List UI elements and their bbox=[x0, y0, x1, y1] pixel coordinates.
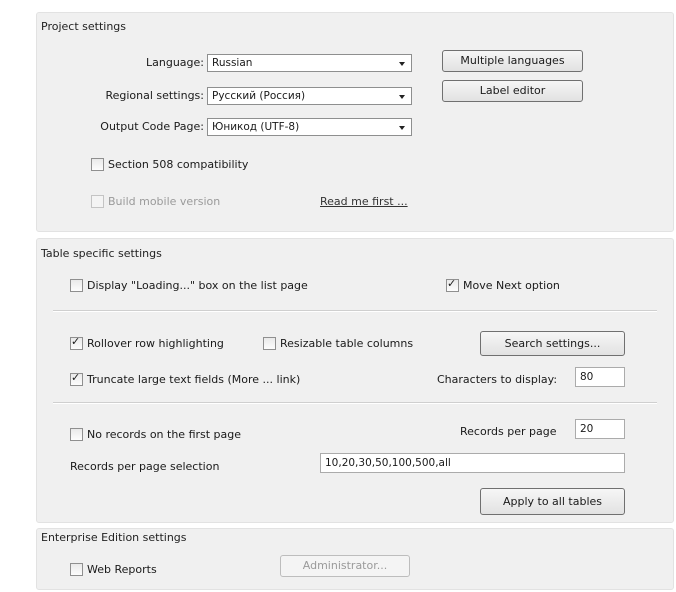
section508-checkbox[interactable] bbox=[91, 158, 104, 171]
output-codepage-value: Юникод (UTF-8) bbox=[212, 121, 300, 133]
divider bbox=[53, 310, 657, 312]
chevron-down-icon bbox=[399, 95, 405, 99]
administrator-button[interactable]: Administrator... bbox=[280, 555, 410, 577]
label-editor-button[interactable]: Label editor bbox=[442, 80, 583, 102]
divider bbox=[53, 402, 657, 404]
checkmark-icon: ✓ bbox=[71, 335, 81, 348]
language-label: Language: bbox=[146, 56, 204, 69]
project-settings-title: Project settings bbox=[41, 20, 126, 33]
apply-to-all-tables-button[interactable]: Apply to all tables bbox=[480, 488, 625, 515]
records-per-page-selection-input[interactable]: 10,20,30,50,100,500,all bbox=[320, 453, 625, 473]
loading-box-label: Display "Loading..." box on the list pag… bbox=[87, 279, 308, 292]
records-per-page-input[interactable]: 20 bbox=[575, 419, 625, 439]
read-me-first-link[interactable]: Read me first ... bbox=[320, 195, 408, 208]
checkmark-icon: ✓ bbox=[71, 371, 81, 384]
table-settings-title: Table specific settings bbox=[41, 247, 162, 260]
truncate-checkbox[interactable]: ✓ bbox=[70, 371, 83, 386]
search-settings-button[interactable]: Search settings... bbox=[480, 331, 625, 356]
regional-settings-value: Русский (Россия) bbox=[212, 90, 306, 102]
output-codepage-label: Output Code Page: bbox=[100, 120, 204, 133]
move-next-checkbox[interactable]: ✓ bbox=[446, 277, 459, 292]
language-select-value: Russian bbox=[212, 57, 253, 69]
loading-box-checkbox[interactable] bbox=[70, 279, 83, 292]
checkmark-icon: ✓ bbox=[447, 277, 457, 290]
no-records-first-page-label: No records on the first page bbox=[87, 428, 242, 441]
truncate-label: Truncate large text fields (More ... lin… bbox=[87, 373, 301, 386]
rollover-checkbox[interactable]: ✓ bbox=[70, 335, 83, 350]
build-mobile-label: Build mobile version bbox=[108, 195, 221, 208]
language-select[interactable]: Russian bbox=[207, 54, 412, 72]
characters-to-display-label: Characters to display: bbox=[437, 373, 558, 386]
chevron-down-icon bbox=[399, 62, 405, 66]
records-per-page-selection-label: Records per page selection bbox=[70, 460, 220, 473]
output-codepage-select[interactable]: Юникод (UTF-8) bbox=[207, 118, 412, 136]
build-mobile-checkbox[interactable] bbox=[91, 195, 104, 208]
section508-label: Section 508 compatibility bbox=[108, 158, 249, 171]
web-reports-label: Web Reports bbox=[87, 563, 157, 576]
resizable-columns-checkbox[interactable] bbox=[263, 337, 276, 350]
regional-settings-select[interactable]: Русский (Россия) bbox=[207, 87, 412, 105]
characters-to-display-input[interactable]: 80 bbox=[575, 367, 625, 387]
move-next-label: Move Next option bbox=[463, 279, 560, 292]
records-per-page-label: Records per page bbox=[460, 425, 557, 438]
enterprise-settings-title: Enterprise Edition settings bbox=[41, 531, 187, 544]
multiple-languages-button[interactable]: Multiple languages bbox=[442, 50, 583, 72]
chevron-down-icon bbox=[399, 126, 405, 130]
regional-settings-label: Regional settings: bbox=[105, 89, 204, 102]
resizable-columns-label: Resizable table columns bbox=[280, 337, 414, 350]
no-records-first-page-checkbox[interactable] bbox=[70, 428, 83, 441]
web-reports-checkbox[interactable] bbox=[70, 563, 83, 576]
rollover-label: Rollover row highlighting bbox=[87, 337, 224, 350]
